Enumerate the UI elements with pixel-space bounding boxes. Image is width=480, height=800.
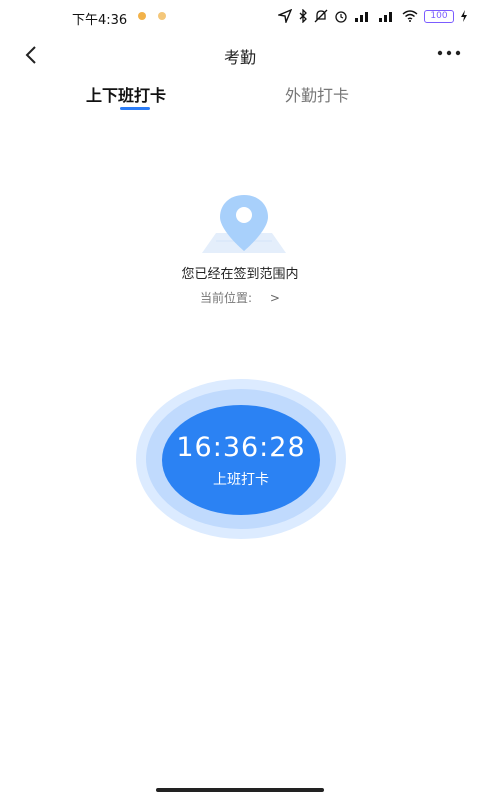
more-dots-icon xyxy=(437,50,461,56)
range-status-text: 您已经在签到范围内 xyxy=(181,267,299,282)
location-pin-icon xyxy=(202,195,286,253)
punch-current-time: 16:36:28 xyxy=(176,431,306,463)
status-icons: 100 xyxy=(278,9,468,23)
home-indicator[interactable] xyxy=(156,788,324,792)
signal-icon xyxy=(355,12,368,22)
location-arrow-icon xyxy=(278,9,292,23)
bluetooth-icon xyxy=(299,9,307,23)
notification-dot-icon xyxy=(158,12,166,20)
attendance-screen: 下午4:36 100 考勤 上下班打卡 外勤打卡 您已经在签到范围内 当前位置:… xyxy=(0,0,480,800)
mute-icon xyxy=(314,9,328,23)
clock-in-button[interactable]: 16:36:28 上班打卡 xyxy=(162,405,320,515)
punch-label: 上班打卡 xyxy=(213,471,269,488)
current-location-row[interactable]: 当前位置: > xyxy=(0,289,480,306)
status-time: 下午4:36 xyxy=(72,13,128,28)
battery-indicator: 100 xyxy=(424,9,454,23)
punch-tabs: 上下班打卡 外勤打卡 xyxy=(0,80,480,110)
chevron-right-icon: > xyxy=(269,291,280,305)
current-location-label: 当前位置: xyxy=(200,291,253,305)
active-tab-indicator xyxy=(120,107,150,110)
signal-icon-2 xyxy=(379,12,392,22)
more-button[interactable] xyxy=(432,38,466,68)
tab-field-punch[interactable]: 外勤打卡 xyxy=(285,82,349,106)
punch-button-area: 16:36:28 上班打卡 xyxy=(136,379,346,539)
wifi-icon xyxy=(402,10,418,22)
nav-header: 考勤 xyxy=(0,34,480,74)
tab-commute-punch[interactable]: 上下班打卡 xyxy=(86,82,166,106)
page-title: 考勤 xyxy=(223,48,256,67)
status-bar: 下午4:36 100 xyxy=(0,0,480,34)
charging-icon xyxy=(461,10,467,22)
alarm-icon xyxy=(335,11,347,23)
notification-dot-icon xyxy=(138,12,146,20)
